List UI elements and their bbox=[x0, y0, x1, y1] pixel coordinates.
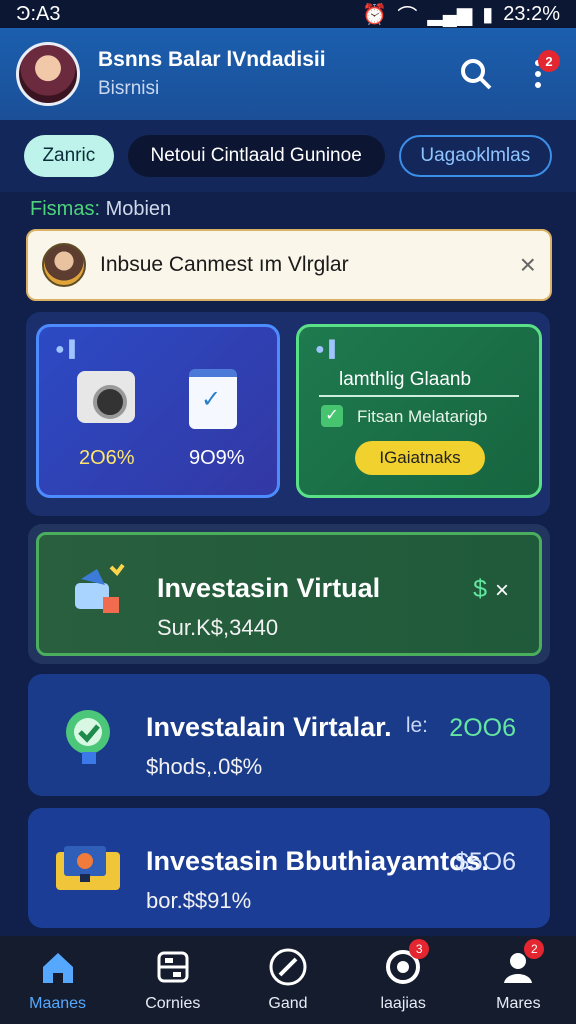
more-vertical-icon[interactable]: 2 bbox=[516, 50, 560, 96]
avatar[interactable] bbox=[16, 42, 80, 106]
chip-outline[interactable]: Uagaoklmlas bbox=[398, 135, 552, 177]
investment-card-prefix: le: bbox=[405, 714, 428, 737]
investment-card-3[interactable]: Investasin Bbuthiayamtos: bor.$$91% $5O6 bbox=[28, 808, 550, 928]
investment-card-title: Investasin Bbuthiayamtos: bbox=[146, 846, 490, 876]
nav-label: laajias bbox=[380, 995, 426, 1012]
filter-label: Fismas: bbox=[30, 198, 100, 220]
notification-badge: 2 bbox=[538, 50, 560, 72]
home-icon bbox=[38, 947, 78, 987]
close-icon[interactable]: × bbox=[520, 249, 536, 281]
nav-item-mares[interactable]: 2 Mares bbox=[470, 939, 566, 1013]
nav-label: Gand bbox=[268, 995, 308, 1012]
clipboard-icon bbox=[189, 369, 237, 429]
investment-card-subtitle: Sur.K$,3440 bbox=[157, 615, 279, 640]
nav-badge: 2 bbox=[524, 939, 545, 959]
check-icon[interactable]: ✓ bbox=[321, 405, 343, 427]
grid-icon bbox=[153, 947, 193, 987]
green-tile-subtitle: Fitsan Melatarigb bbox=[357, 407, 488, 426]
feature-tile-blue[interactable]: ● ▌ 2O6% 9O9% bbox=[36, 324, 280, 498]
filter-value: Mobien bbox=[105, 198, 172, 220]
user-subtitle: Bisrnisi bbox=[98, 78, 160, 99]
status-time-right: 23:2% bbox=[503, 2, 560, 25]
investment-card-2[interactable]: Investalain Virtalar. $hods,.0$% le: 2OO… bbox=[28, 674, 550, 796]
investment-card-1[interactable]: Investasin Virtual Sur.K$,3440 $ × bbox=[28, 524, 550, 664]
search-card[interactable]: Inbsue Canmest ım Vlrglar × bbox=[26, 229, 552, 301]
nav-label: Cornies bbox=[145, 995, 201, 1012]
nav-label: Maanes bbox=[29, 995, 87, 1012]
green-tile-title: lamthlig Glaanb bbox=[339, 369, 472, 390]
status-time-left: Ͽ:A3 bbox=[16, 2, 61, 25]
alarm-icon: ⏰ bbox=[362, 3, 388, 26]
app-header: Bsnns Balar lVndadisii Bisrnisi 2 bbox=[0, 28, 576, 120]
user-name: Bsnns Balar lVndadisii bbox=[98, 48, 326, 71]
battery-icon: ▮ bbox=[482, 3, 494, 26]
bottom-navigation: Maanes Cornies Gand 3 laajias 2 Mares bbox=[0, 936, 576, 1024]
investment-card-inner: Investasin Virtual Sur.K$,3440 $ × bbox=[36, 532, 542, 656]
compass-icon bbox=[268, 947, 308, 987]
investment-card-title: Investalain Virtalar. bbox=[146, 712, 392, 742]
mini-avatar bbox=[42, 243, 86, 287]
tile-value-right: 9O9% bbox=[189, 447, 245, 469]
investment-card-value: $5O6 bbox=[454, 848, 516, 876]
nav-label: Mares bbox=[496, 995, 541, 1012]
dollar-icon: $ bbox=[473, 575, 487, 603]
user-info: Bsnns Balar lVndadisii Bisrnisi bbox=[98, 48, 436, 100]
feature-tile-green[interactable]: ● ▌ lamthlig Glaanb ✓ Fitsan Melatarigb … bbox=[296, 324, 542, 498]
nav-item-home[interactable]: Maanes bbox=[10, 947, 106, 1013]
dots-icon: ● ▌ bbox=[315, 341, 341, 358]
nav-item-laajias[interactable]: 3 laajias bbox=[355, 939, 451, 1013]
investment-card-value: 2OO6 bbox=[449, 714, 516, 742]
filter-label-row: Fismas: Mobien bbox=[30, 198, 171, 221]
investment-card-title: Investasin Virtual bbox=[157, 573, 381, 603]
investment-card-subtitle: $hods,.0$% bbox=[146, 754, 263, 779]
monitor-icon bbox=[52, 832, 124, 904]
dots-icon: ● ▌ bbox=[55, 341, 81, 358]
investment-card-subtitle: bor.$$91% bbox=[146, 888, 252, 913]
nav-item-gand[interactable]: Gand bbox=[240, 947, 336, 1013]
search-icon[interactable] bbox=[454, 52, 498, 96]
green-tile-button[interactable]: IGaiatnaks bbox=[355, 441, 485, 475]
camera-icon bbox=[77, 371, 135, 423]
chip-category[interactable]: Netoui Cintlaald Guninoe bbox=[127, 135, 385, 177]
wifi-icon: ⌒ bbox=[397, 5, 418, 28]
signal-icon: ▂▄▆ bbox=[427, 3, 473, 26]
arrow-line bbox=[319, 395, 519, 397]
nav-badge: 3 bbox=[409, 939, 430, 959]
nav-item-comics[interactable]: Cornies bbox=[125, 947, 221, 1013]
close-icon[interactable]: × bbox=[495, 577, 509, 605]
filter-chips: Zanric Netoui Cintlaald Guninoe Uagaoklm… bbox=[0, 120, 576, 192]
chip-active[interactable]: Zanric bbox=[24, 135, 114, 177]
status-bar: Ͽ:A3 ⏰ ⌒ ▂▄▆ ▮ 23:2% bbox=[0, 0, 576, 28]
medal-icon bbox=[52, 698, 124, 770]
rocket-icon bbox=[63, 559, 135, 631]
tile-value-left: 2O6% bbox=[79, 447, 135, 469]
search-text: Inbsue Canmest ım Vlrglar bbox=[100, 253, 349, 276]
